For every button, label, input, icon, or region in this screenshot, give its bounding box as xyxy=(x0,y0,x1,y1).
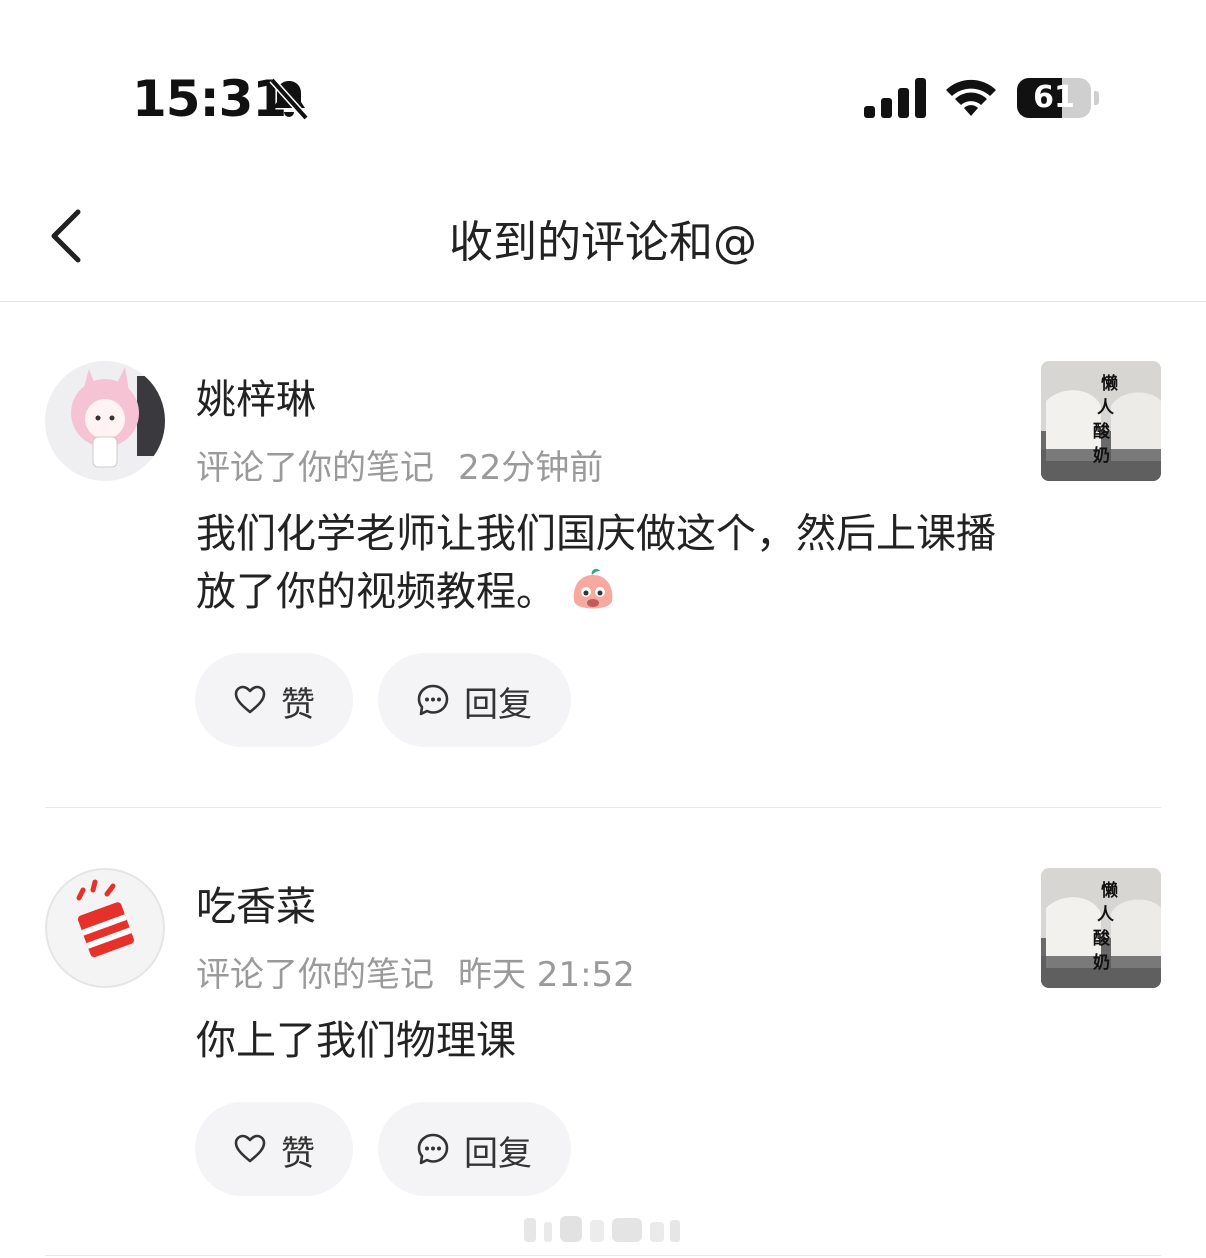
action-text: 评论了你的笔记 xyxy=(196,955,434,995)
thumb-char: 懒 xyxy=(1101,880,1118,901)
comment-meta: 评论了你的笔记 22分钟前 xyxy=(196,440,603,489)
cellular-signal-icon xyxy=(864,78,926,118)
reply-label: 回复 xyxy=(464,1134,532,1174)
username[interactable]: 姚梓琳 xyxy=(196,367,316,425)
thumb-char: 人 xyxy=(1097,398,1115,418)
bell-slash-icon xyxy=(269,77,309,121)
heart-icon xyxy=(234,685,266,714)
wifi-icon xyxy=(946,79,996,116)
chat-bubble-icon xyxy=(417,1133,449,1165)
like-button[interactable]: 赞 xyxy=(195,1102,353,1196)
thumb-char: 奶 xyxy=(1093,445,1110,466)
comment-meta: 评论了你的笔记 昨天 21:52 xyxy=(196,947,635,996)
timestamp: 22分钟前 xyxy=(458,448,604,488)
comment-item: 吃香菜 评论了你的笔记 昨天 21:52 你上了我们物理课 赞 回复 懒 人 酸 … xyxy=(0,808,1206,1256)
thumb-char: 酸 xyxy=(1093,928,1111,949)
status-bar: 15:31 61 xyxy=(0,0,1206,160)
like-label: 赞 xyxy=(281,1134,315,1174)
avatar[interactable] xyxy=(45,361,165,481)
watermark-scribble-icon xyxy=(524,1216,680,1242)
battery-icon: 61 xyxy=(1017,78,1099,118)
battery-percent: 61 xyxy=(1033,80,1075,115)
thumb-char: 奶 xyxy=(1093,952,1110,973)
reply-label: 回复 xyxy=(464,685,532,725)
comment-text: 你上了我们物理课 xyxy=(196,1012,996,1070)
reply-button[interactable]: 回复 xyxy=(378,653,571,747)
action-text: 评论了你的笔记 xyxy=(196,448,434,488)
timestamp: 昨天 21:52 xyxy=(458,955,635,995)
reply-button[interactable]: 回复 xyxy=(378,1102,571,1196)
comment-item: 姚梓琳 评论了你的笔记 22分钟前 我们化学老师让我们国庆做这个，然后上课播放了你… xyxy=(0,301,1206,807)
avatar[interactable] xyxy=(45,868,165,988)
thumb-char: 酸 xyxy=(1093,421,1111,442)
heart-icon xyxy=(234,1134,266,1163)
thumb-char: 人 xyxy=(1097,905,1115,925)
nav-bar: 收到的评论和@ xyxy=(0,160,1206,302)
username[interactable]: 吃香菜 xyxy=(196,874,316,932)
status-time: 15:31 xyxy=(132,70,287,128)
comment-text: 我们化学老师让我们国庆做这个，然后上课播放了你的视频教程。 xyxy=(196,505,996,621)
note-thumbnail[interactable]: 懒 人 酸 奶 xyxy=(1041,868,1161,988)
like-label: 赞 xyxy=(281,685,315,725)
comment-body: 你上了我们物理课 xyxy=(196,1018,516,1064)
sticker-emoji-icon xyxy=(573,568,613,609)
like-button[interactable]: 赞 xyxy=(195,653,353,747)
divider xyxy=(45,1255,1161,1256)
thumb-char: 懒 xyxy=(1101,373,1118,394)
page-title: 收到的评论和@ xyxy=(449,217,757,268)
chat-bubble-icon xyxy=(417,684,449,716)
note-thumbnail[interactable]: 懒 人 酸 奶 xyxy=(1041,361,1161,481)
